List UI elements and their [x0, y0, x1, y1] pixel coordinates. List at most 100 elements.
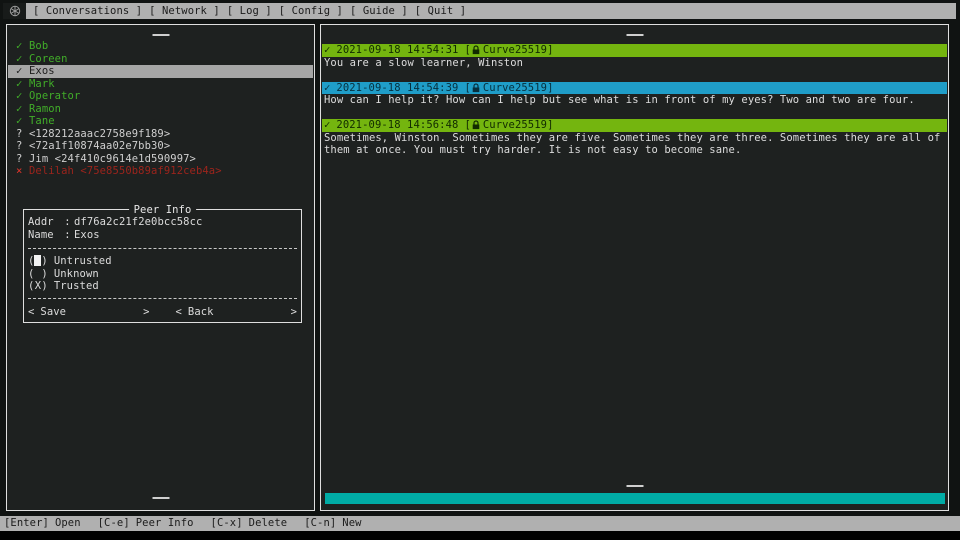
name-value: Exos [74, 229, 100, 242]
contact-row[interactable]: ✓Operator [8, 90, 313, 103]
peer-name-row: Name:Exos [28, 229, 297, 242]
delivered-check-icon: ✓ [324, 82, 330, 95]
contact-row-selected[interactable]: ✓Exos [8, 65, 313, 78]
contact-name: Tane [29, 115, 55, 128]
message-timestamp: 2021-09-18 14:54:31 [336, 44, 458, 57]
delivered-check-icon: ✓ [324, 44, 330, 57]
lock-icon [472, 83, 480, 93]
radio-untrusted[interactable]: ( )Untrusted [28, 255, 297, 268]
message-header: ✓2021-09-18 14:54:39[Curve25519] [322, 82, 947, 95]
shortcut-action: New [342, 517, 361, 530]
addr-value: df76a2c21f2e0bcc58cc [74, 216, 202, 229]
menu-item-config[interactable]: [ Config ] [279, 5, 343, 18]
addr-label: Addr [28, 216, 61, 229]
peer-addr-row: Addr:df76a2c21f2e0bcc58cc [28, 216, 297, 229]
contact-row[interactable]: ✓Mark [8, 78, 313, 91]
unknown-question-icon: ? [16, 153, 29, 166]
contact-name: Exos [29, 65, 55, 78]
contact-row[interactable]: ✓Ramon [8, 103, 313, 116]
untrusted-cross-icon: × [16, 165, 29, 178]
trust-check-icon: ✓ [16, 53, 29, 66]
contact-name: Ramon [29, 103, 61, 116]
shortcut-key: [Enter] [4, 517, 49, 530]
separator [28, 248, 297, 249]
trust-check-icon: ✓ [16, 115, 29, 128]
contacts-panel: ✓Bob ✓Coreen ✓Exos ✓Mark ✓Operator ✓Ramo… [6, 24, 315, 511]
conversation-panel: ✓2021-09-18 14:54:31[Curve25519] You are… [320, 24, 949, 511]
name-label: Name [28, 229, 61, 242]
trust-check-icon: ✓ [16, 103, 29, 116]
contact-row[interactable]: ?<128212aaac2758e9f189> [8, 128, 313, 141]
unknown-question-icon: ? [16, 140, 29, 153]
wheel-globe-icon [9, 5, 21, 17]
scroll-indicator-bottom [626, 485, 643, 487]
message-list: ✓2021-09-18 14:54:31[Curve25519] You are… [322, 44, 947, 169]
message-text: How can I help it? How can I help but se… [322, 94, 947, 107]
radio-unknown[interactable]: ( )Unknown [28, 268, 297, 281]
message-input[interactable] [325, 493, 945, 504]
peer-info-title: Peer Info [129, 204, 197, 217]
menu-items: [ Conversations ] [ Network ] [ Log ] [ … [26, 3, 466, 19]
shortcut-delete: [C-x] Delete [211, 517, 288, 530]
separator [28, 298, 297, 299]
menu-item-guide[interactable]: [ Guide ] [350, 5, 408, 18]
lock-icon [472, 120, 480, 130]
shortcut-key: [C-x] [211, 517, 243, 530]
contact-name: Operator [29, 90, 80, 103]
radio-trusted[interactable]: (X)Trusted [28, 280, 297, 293]
contact-row[interactable]: ✓Coreen [8, 53, 313, 66]
menu-item-conversations[interactable]: [ Conversations ] [33, 5, 142, 18]
shortcut-action: Delete [249, 517, 288, 530]
cursor-block [34, 255, 41, 266]
message-timestamp: 2021-09-18 14:54:39 [336, 82, 458, 95]
shortcut-key: [C-e] [98, 517, 130, 530]
contact-list: ✓Bob ✓Coreen ✓Exos ✓Mark ✓Operator ✓Ramo… [8, 40, 313, 178]
message: ✓2021-09-18 14:54:31[Curve25519] You are… [322, 44, 947, 69]
contact-row[interactable]: ×Delilah <75e8550b89af912ceb4a> [8, 165, 313, 178]
contact-name: Coreen [29, 53, 68, 66]
radio-x-mark: X [34, 280, 41, 291]
app-logo-cell [3, 3, 26, 19]
message: ✓2021-09-18 14:56:48[Curve25519] Sometim… [322, 119, 947, 157]
contact-name: Jim <24f410c9614e1d590997> [29, 153, 196, 166]
trust-check-icon: ✓ [16, 40, 29, 53]
contact-name: Mark [29, 78, 55, 91]
scroll-indicator-top [152, 34, 169, 36]
back-button[interactable]: <Back > [176, 306, 298, 319]
delivered-check-icon: ✓ [324, 119, 330, 132]
trust-check-icon: ✓ [16, 65, 29, 78]
shortcut-action: Open [55, 517, 81, 530]
menu-item-log[interactable]: [ Log ] [227, 5, 272, 18]
message-timestamp: 2021-09-18 14:56:48 [336, 119, 458, 132]
contact-row[interactable]: ✓Tane [8, 115, 313, 128]
trust-check-icon: ✓ [16, 78, 29, 91]
save-button[interactable]: <Save > [28, 306, 150, 319]
menu-item-quit[interactable]: [ Quit ] [415, 5, 466, 18]
contact-row[interactable]: ?<72a1f10874aa02e7bb30> [8, 140, 313, 153]
contact-name: Delilah <75e8550b89af912ceb4a> [29, 165, 222, 178]
menu-item-network[interactable]: [ Network ] [149, 5, 220, 18]
lock-icon [472, 45, 480, 55]
scroll-indicator-top [626, 34, 643, 36]
trust-check-icon: ✓ [16, 90, 29, 103]
contact-name: <72a1f10874aa02e7bb30> [29, 140, 170, 153]
shortcut-key: [C-n] [304, 517, 336, 530]
trust-radio-group: ( )Untrusted ( )Unknown (X)Trusted [28, 255, 297, 293]
contact-name: <128212aaac2758e9f189> [29, 128, 170, 141]
message: ✓2021-09-18 14:54:39[Curve25519] How can… [322, 82, 947, 107]
contact-row[interactable]: ✓Bob [8, 40, 313, 53]
cipher-label: Curve25519 [483, 119, 547, 132]
message-text: Sometimes, Winston. Sometimes they are f… [322, 132, 947, 157]
message-header: ✓2021-09-18 14:54:31[Curve25519] [322, 44, 947, 57]
status-bar: [Enter] Open [C-e] Peer Info [C-x] Delete [… [0, 516, 960, 531]
message-text: You are a slow learner, Winston [322, 57, 947, 70]
shortcut-peer-info: [C-e] Peer Info [98, 517, 194, 530]
shortcut-open: [Enter] Open [4, 517, 81, 530]
scroll-indicator-bottom [152, 497, 169, 499]
unknown-question-icon: ? [16, 128, 29, 141]
contact-name: Bob [29, 40, 48, 53]
cipher-label: Curve25519 [483, 44, 547, 57]
shortcut-action: Peer Info [136, 517, 194, 530]
contact-row[interactable]: ?Jim <24f410c9614e1d590997> [8, 153, 313, 166]
message-header: ✓2021-09-18 14:56:48[Curve25519] [322, 119, 947, 132]
